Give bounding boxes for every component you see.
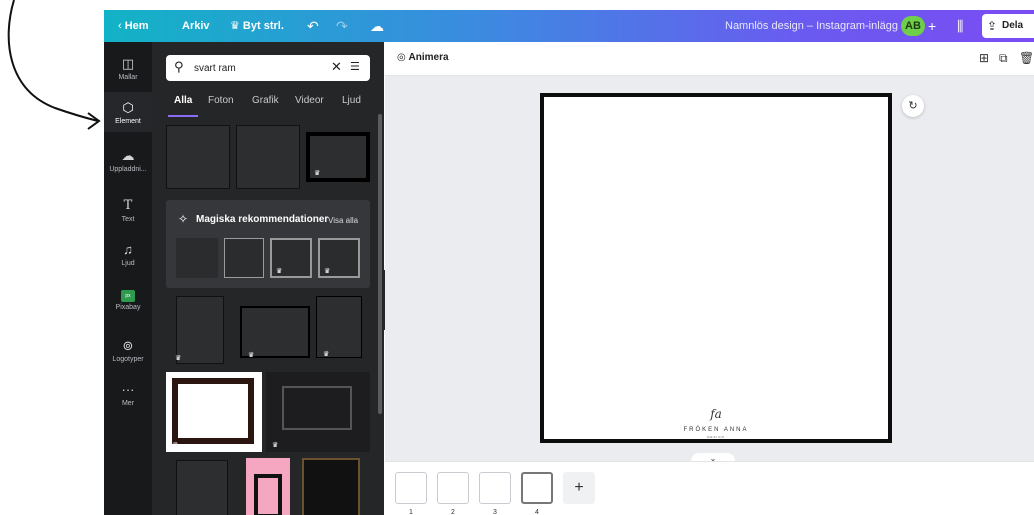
rail-item-uploads[interactable]: ☁ Uppladdni...: [104, 148, 152, 182]
rail-item-audio[interactable]: ♫ Ljud: [104, 242, 152, 276]
trash-icon[interactable]: 🗑: [1019, 51, 1034, 65]
redo-icon[interactable]: ↷: [336, 10, 348, 42]
cloud-saved-icon[interactable]: ☁: [370, 10, 384, 42]
crown-icon: ♛: [175, 355, 182, 362]
share-button[interactable]: ⇪ Dela: [982, 14, 1034, 38]
rail-item-more[interactable]: ··· Mer: [104, 382, 152, 416]
recommendation-thumbnail[interactable]: [224, 238, 264, 278]
crown-icon: ♛: [172, 442, 179, 449]
search-box: ⚲ ✕ ☰: [166, 55, 370, 81]
refresh-icon[interactable]: ↻: [902, 95, 924, 117]
crown-icon: ♛: [230, 20, 243, 32]
logo-icon: ⊚: [122, 338, 134, 353]
frame-thumbnail[interactable]: [236, 125, 300, 189]
design-canvas[interactable]: fa FRÖKEN ANNA DESIGN: [540, 93, 892, 443]
frame-thumbnail[interactable]: ♛: [240, 306, 310, 359]
tab-videos[interactable]: Videor: [295, 95, 324, 106]
pink-frame-thumbnail[interactable]: [246, 458, 290, 515]
wooden-frame: [172, 378, 254, 444]
crown-icon: ♛: [314, 170, 321, 177]
annotation-arrow: [0, 0, 104, 515]
elements-icon: ⬡: [122, 100, 134, 115]
duplicate-icon[interactable]: ⧉: [999, 51, 1008, 66]
crown-icon: ♛: [324, 268, 331, 275]
logo-name: FRÖKEN ANNA: [683, 427, 749, 433]
crown-icon: ♛: [272, 442, 279, 449]
rail-item-text[interactable]: T Text: [104, 198, 152, 232]
rail-item-pixabay[interactable]: px Pixabay: [104, 290, 152, 324]
magic-title: Magiska rekommendationer: [196, 214, 329, 225]
page-number: 4: [535, 509, 539, 515]
search-icon: ⚲: [174, 59, 184, 74]
editor-area: ◎ Animera ⊞ ⧉ 🗑 fa FRÖKEN ANNA DESIGN ↻ …: [385, 42, 1034, 515]
more-icon: ···: [121, 382, 135, 397]
frame-thumbnail[interactable]: [176, 460, 228, 515]
page-thumbnail[interactable]: [479, 472, 511, 504]
page-thumbnail[interactable]: [395, 472, 427, 504]
close-icon[interactable]: ✕: [331, 59, 342, 75]
page-thumbnail-active[interactable]: [521, 472, 553, 504]
avatar[interactable]: AB: [901, 16, 925, 36]
logo-sub: DESIGN: [707, 435, 725, 439]
elements-panel: ⚲ ✕ ☰ Alla Foton Grafik Videor Ljud ♛ ✧ …: [152, 42, 384, 515]
add-page-icon[interactable]: ⊞: [979, 51, 989, 65]
recommendation-thumbnail[interactable]: ♛: [270, 238, 312, 278]
templates-icon: ◫: [121, 56, 135, 71]
photo-frame-thumbnail[interactable]: ♛: [166, 372, 262, 452]
chevron-left-icon: ‹: [118, 20, 125, 32]
animate-button[interactable]: ◎ Animera: [397, 52, 449, 63]
search-input[interactable]: [194, 60, 314, 76]
tab-audio[interactable]: Ljud: [342, 95, 361, 106]
sparkle-icon: ✧: [178, 212, 189, 226]
animate-icon: ◎: [397, 52, 409, 63]
pixabay-icon: px: [121, 290, 135, 302]
tab-underline: [168, 115, 198, 117]
filter-icon[interactable]: ☰: [350, 60, 360, 73]
add-page-button[interactable]: +: [563, 472, 595, 504]
upload-icon: ☁: [121, 148, 135, 163]
crown-icon: ♛: [248, 352, 255, 359]
scrollbar[interactable]: [378, 114, 382, 414]
tab-all[interactable]: Alla: [174, 95, 192, 106]
crown-icon: ♛: [276, 268, 283, 275]
screenshot-root: ‹ Hem Arkiv ♛ Byt strl. ↶ ↷ ☁ Namnlös de…: [0, 0, 1034, 515]
recommendation-thumbnail[interactable]: [176, 238, 218, 278]
page-number: 2: [451, 509, 455, 515]
context-toolbar: ◎ Animera ⊞ ⧉ 🗑: [385, 42, 1034, 76]
frame-thumbnail[interactable]: ♛: [306, 132, 370, 182]
file-menu-button[interactable]: Arkiv: [182, 10, 210, 42]
page-strip: 1 2 3 4 +: [385, 461, 1034, 515]
magic-recommendations: ✧ Magiska rekommendationer Visa alla ♛ ♛: [166, 200, 370, 288]
page-number: 1: [409, 509, 413, 515]
left-rail: ◫ Mallar ⬡ Element ☁ Uppladdni... T Text…: [104, 42, 152, 515]
tab-graphics[interactable]: Grafik: [252, 95, 279, 106]
rail-item-elements[interactable]: ⬡ Element: [104, 92, 152, 132]
share-icon: ⇪: [987, 19, 998, 33]
analytics-icon[interactable]: ⫼: [957, 10, 963, 42]
frame-thumbnail[interactable]: ♛: [316, 296, 362, 358]
undo-icon[interactable]: ↶: [307, 10, 319, 42]
logo-script: fa: [710, 407, 722, 421]
rail-item-templates[interactable]: ◫ Mallar: [104, 56, 152, 90]
frame-thumbnail[interactable]: [166, 125, 230, 189]
gold-frame-thumbnail[interactable]: [302, 458, 360, 515]
tab-photos[interactable]: Foton: [208, 95, 234, 106]
black-frame: [254, 474, 282, 515]
see-all-link[interactable]: Visa alla: [328, 216, 358, 225]
resize-button[interactable]: ♛ Byt strl.: [230, 10, 284, 42]
silver-frame: [282, 386, 352, 430]
recommendation-thumbnail[interactable]: ♛: [318, 238, 360, 278]
crown-icon: ♛: [323, 351, 330, 358]
home-button[interactable]: ‹ Hem: [118, 10, 149, 42]
frame-thumbnail[interactable]: ♛: [175, 296, 224, 364]
text-icon: T: [123, 198, 133, 213]
page-thumbnail[interactable]: [437, 472, 469, 504]
add-collaborator-icon[interactable]: +: [928, 10, 936, 42]
top-bar: ‹ Hem Arkiv ♛ Byt strl. ↶ ↷ ☁ Namnlös de…: [104, 10, 1034, 42]
rail-item-logos[interactable]: ⊚ Logotyper: [104, 338, 152, 372]
photo-frame-thumbnail[interactable]: ♛: [266, 372, 370, 452]
music-icon: ♫: [123, 242, 133, 257]
page-number: 3: [493, 509, 497, 515]
document-title[interactable]: Namnlös design – Instagram-inlägg: [725, 10, 898, 42]
